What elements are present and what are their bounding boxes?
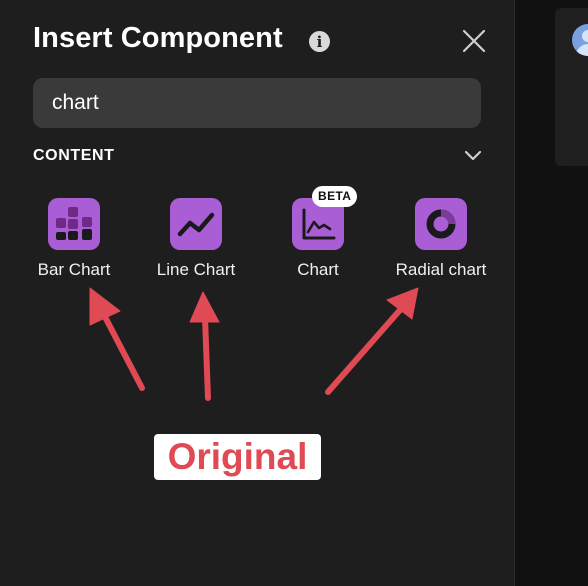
arrow-to-radial-chart [325, 307, 403, 395]
annotation-label: Original [154, 434, 321, 480]
arrow-to-line-chart [202, 315, 211, 401]
annotation-arrows [89, 287, 419, 401]
arrowhead-line-chart [189, 291, 220, 323]
arrow-to-bar-chart [100, 310, 145, 391]
arrowhead-radial-chart [386, 287, 419, 320]
